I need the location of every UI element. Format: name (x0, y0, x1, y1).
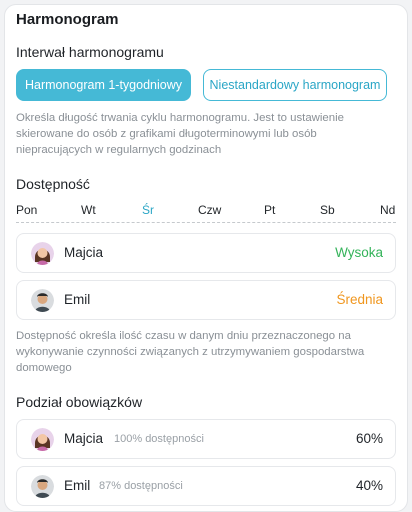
custom-schedule-button[interactable]: Niestandardowy harmonogram (203, 69, 387, 101)
availability-hint: Dostępność określa ilość czasu w danym d… (16, 330, 365, 374)
availability-level-medium: Średnia (336, 292, 383, 307)
day-sun[interactable]: Nd (380, 203, 395, 217)
duty-share: 40% (355, 478, 383, 493)
interval-hint: Określa długość trwania cyklu harmonogra… (16, 112, 344, 156)
duty-row[interactable]: Emil 87% dostępności 40% (16, 466, 396, 506)
availability-row[interactable]: Majcia Wysoka (16, 233, 396, 273)
availability-level-high: Wysoka (335, 245, 383, 260)
availability-section-title: Dostępność (16, 176, 90, 192)
person-name: Emil (64, 478, 91, 493)
day-wed[interactable]: Śr (142, 203, 154, 217)
male-avatar-icon (31, 475, 54, 498)
duty-row[interactable]: Majcia 100% dostępności 60% (16, 419, 396, 459)
card-title: Harmonogram (16, 11, 119, 28)
duty-share: 60% (355, 431, 383, 446)
availability-percent: 87% dostępności (99, 480, 183, 492)
one-week-schedule-button[interactable]: Harmonogram 1-tygodniowy (16, 69, 191, 101)
weekday-selector: Pon Wt Śr Czw Pt Sb Nd (16, 203, 396, 223)
day-mon[interactable]: Pon (16, 203, 37, 217)
schedule-card: Harmonogram Interwał harmonogramu Harmon… (4, 4, 408, 512)
day-sat[interactable]: Sb (320, 203, 335, 217)
female-avatar-icon (31, 242, 54, 265)
female-avatar-icon (31, 428, 54, 451)
availability-row[interactable]: Emil Średnia (16, 280, 396, 320)
availability-percent: 100% dostępności (114, 433, 204, 445)
person-name: Majcia (64, 245, 104, 260)
interval-section-title: Interwał harmonogramu (16, 44, 164, 60)
person-name: Majcia (64, 431, 104, 446)
male-avatar-icon (31, 289, 54, 312)
duties-section-title: Podział obowiązków (16, 394, 143, 410)
day-thu[interactable]: Czw (198, 203, 221, 217)
person-name: Emil (64, 292, 91, 307)
day-fri[interactable]: Pt (264, 203, 275, 217)
day-tue[interactable]: Wt (81, 203, 96, 217)
